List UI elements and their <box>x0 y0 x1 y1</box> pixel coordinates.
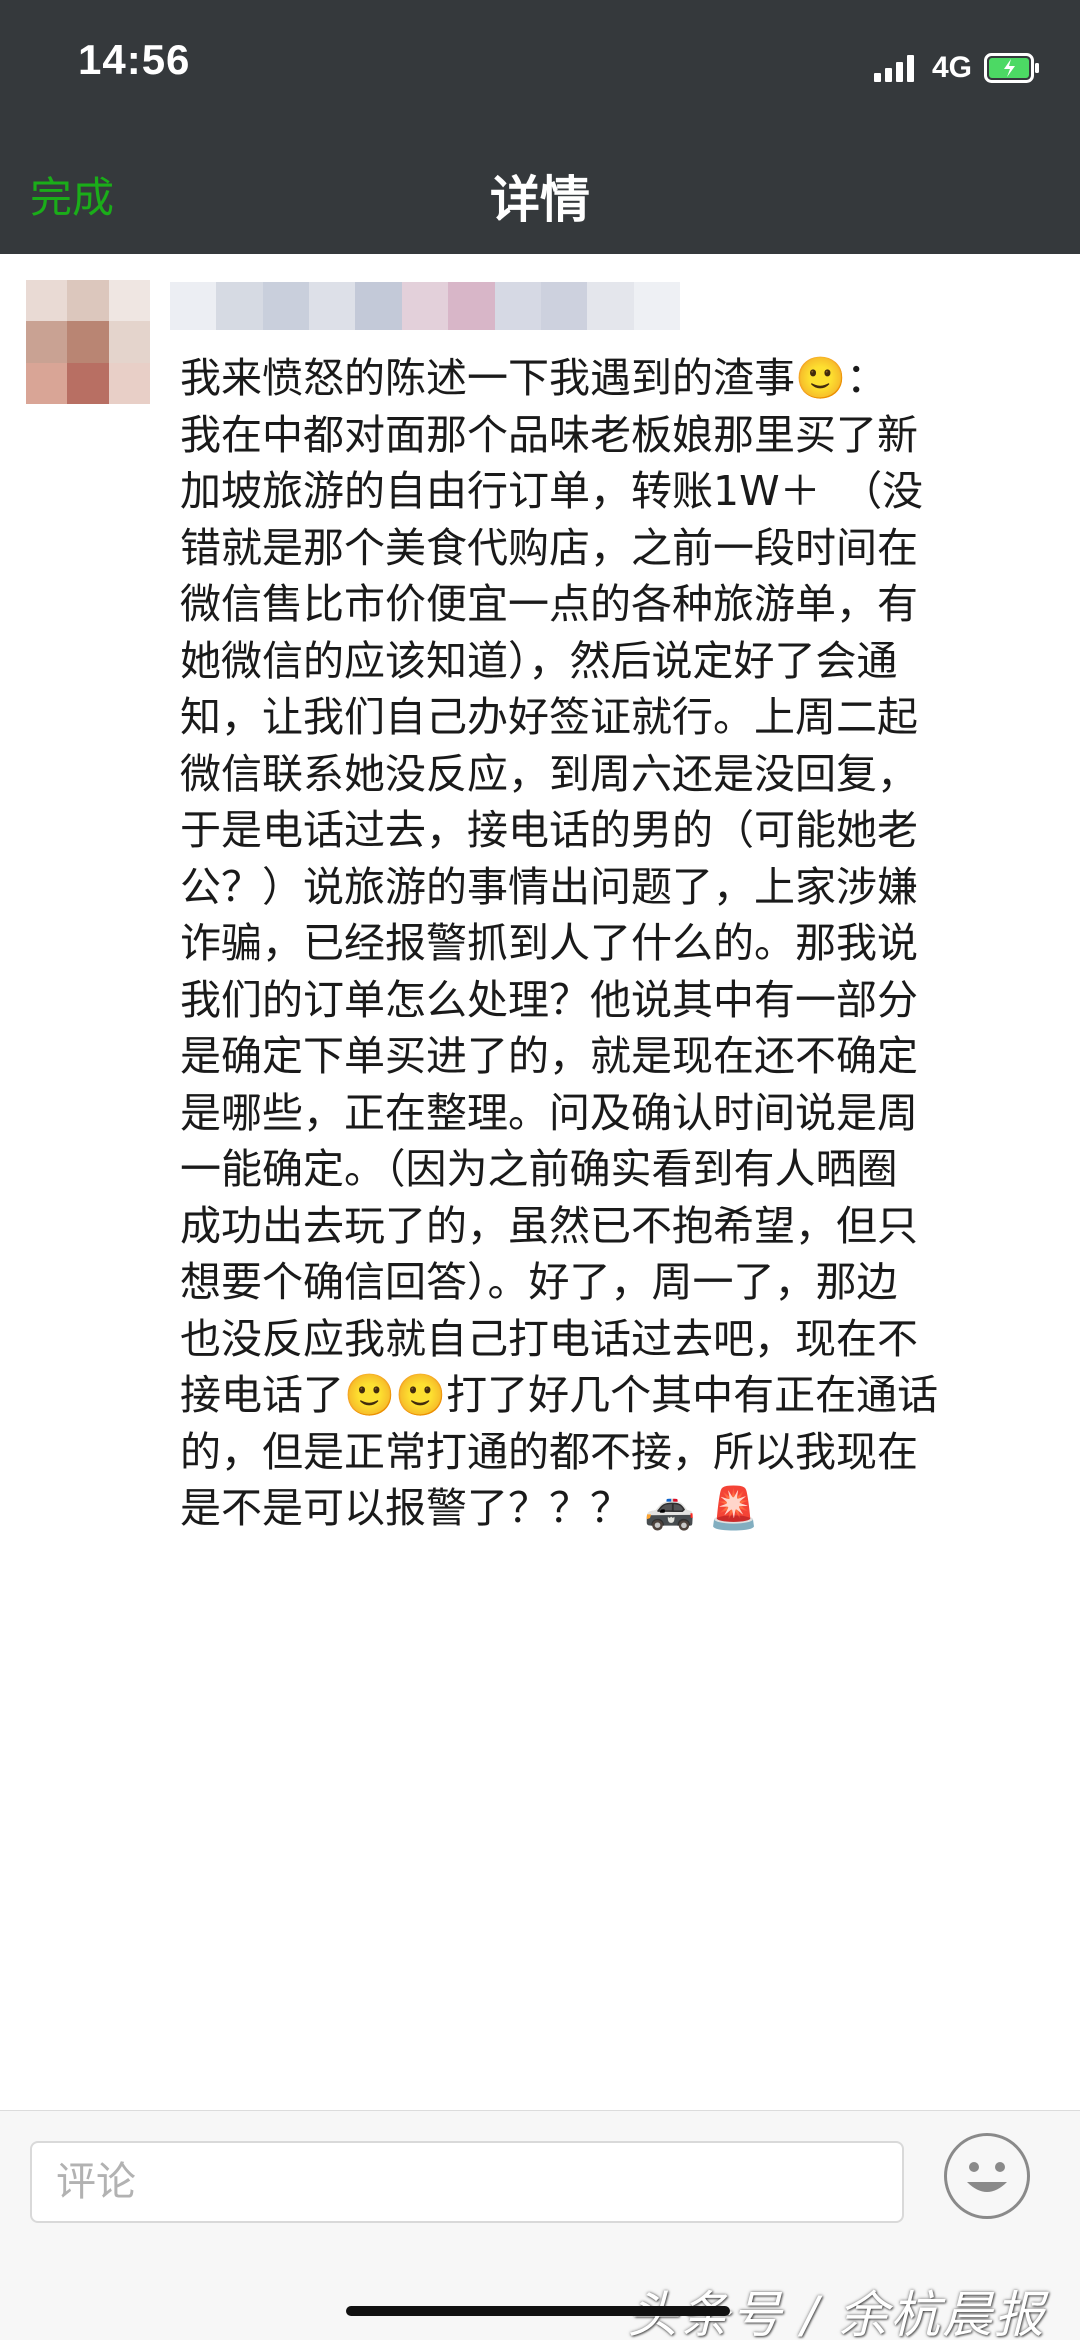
signal-icon <box>873 54 918 82</box>
battery-icon <box>984 53 1040 83</box>
top-bar: 14:56 4G 完成 详情 <box>0 0 1080 254</box>
username-blurred[interactable] <box>170 282 680 330</box>
status-indicators: 4G <box>873 48 1040 88</box>
comment-input[interactable]: 评论 <box>30 2141 904 2223</box>
page-title: 详情 <box>490 171 590 229</box>
smiley-icon[interactable] <box>944 2133 1030 2219</box>
comment-bar: 评论 头条号 / 余杭晨报 <box>0 2110 1080 2344</box>
network-type: 4G <box>931 51 972 84</box>
status-time: 14:56 <box>78 36 191 83</box>
avatar[interactable] <box>26 280 150 404</box>
post-text: 我来愤怒的陈述一下我遇到的渣事🙂： 我在中都对面那个品味老板娘那里买了新 加坡旅… <box>180 354 939 1532</box>
home-indicator <box>346 2306 730 2316</box>
